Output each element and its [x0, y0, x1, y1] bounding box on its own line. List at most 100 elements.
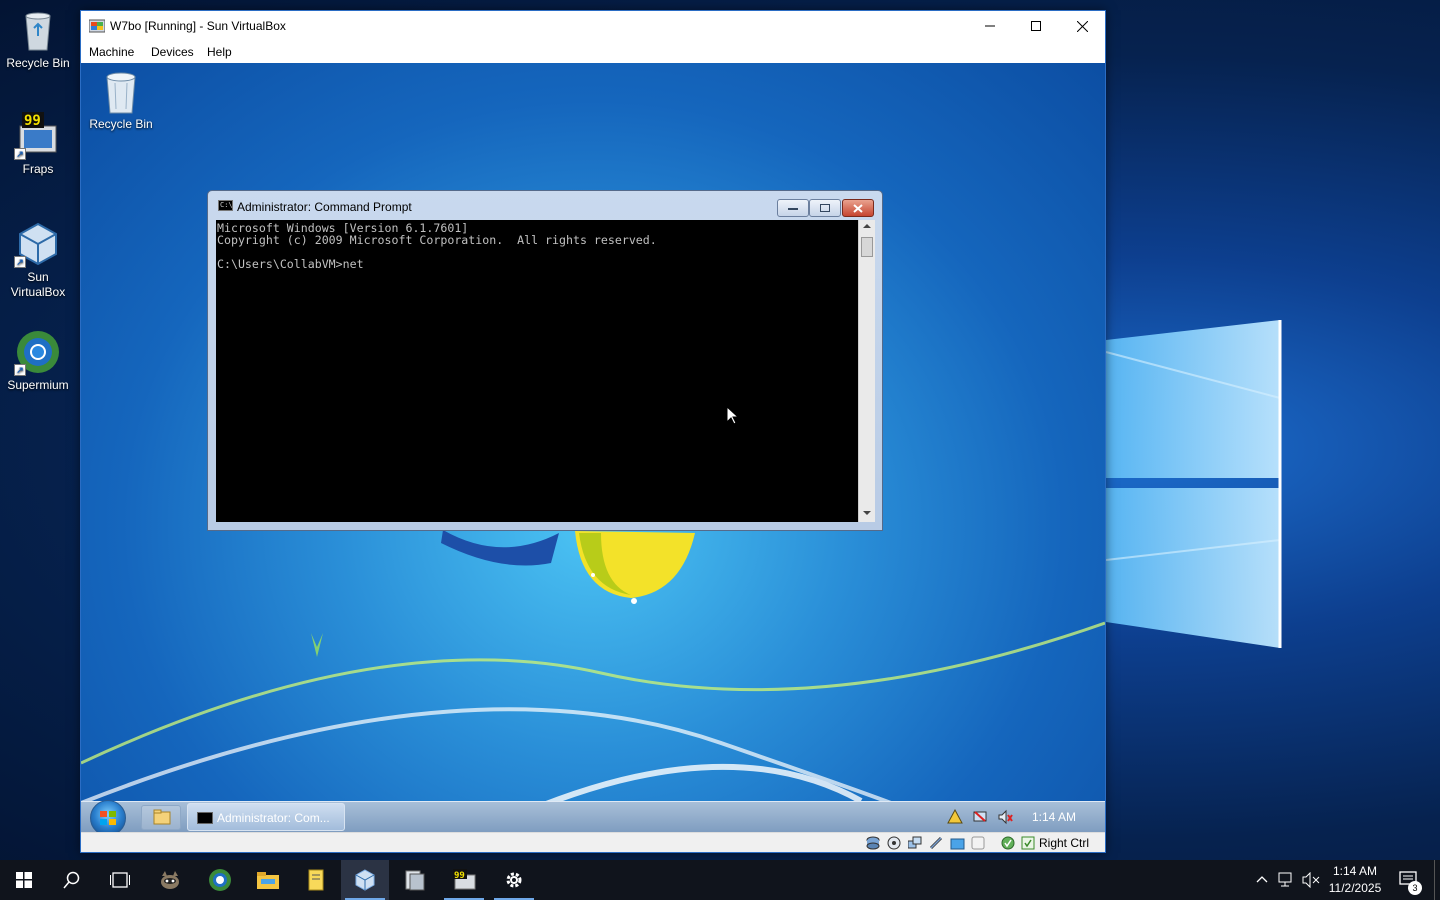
desktop-icon-virtualbox[interactable]: ↗ Sun VirtualBox [2, 220, 74, 300]
console-line: C:\Users\CollabVM>net [217, 257, 364, 271]
task-view-icon [110, 872, 130, 888]
windows-flag-icon [100, 811, 116, 825]
optical-drive-icon[interactable] [887, 836, 902, 850]
minimize-button[interactable] [967, 11, 1013, 41]
minimize-icon [788, 208, 798, 210]
supermium-icon: ↗ [14, 328, 62, 376]
cmd-close-button[interactable] [842, 199, 874, 217]
usb-icon[interactable] [929, 836, 944, 850]
taskbar-app-fraps[interactable]: 99 [440, 860, 488, 900]
shortcut-arrow-icon: ↗ [14, 256, 26, 268]
taskbar-app-virtualbox-vm[interactable] [390, 860, 438, 900]
supermium-icon [209, 869, 231, 891]
maximize-icon [820, 204, 830, 212]
svg-text:99: 99 [24, 113, 41, 129]
display-icon[interactable] [971, 836, 986, 850]
taskbar-app-notes[interactable] [292, 860, 340, 900]
virtualbox-icon [355, 869, 375, 891]
volume-muted-icon[interactable] [997, 809, 1013, 825]
recycle-bin-icon [106, 72, 136, 114]
scroll-thumb[interactable] [861, 237, 873, 257]
host-taskbar: 99 1:14 AM 11/2/2025 3 [0, 860, 1440, 900]
host-key-indicator[interactable]: Right Ctrl [1039, 836, 1089, 850]
show-desktop-button[interactable] [1434, 860, 1440, 900]
cmd-window[interactable]: C:\ Administrator: Command Prompt Micros… [207, 190, 883, 531]
task-label: Administrator: Com... [217, 811, 330, 825]
guest-clock[interactable]: 1:14 AM [1032, 810, 1076, 824]
taskbar-app-settings[interactable] [490, 860, 538, 900]
desktop-icon-supermium[interactable]: ↗ Supermium [2, 328, 74, 393]
cmd-minimize-button[interactable] [777, 199, 809, 217]
desktop-icon-label: Supermium [7, 378, 69, 392]
vbox-menu-bar: Machine Devices Help [81, 41, 1105, 63]
show-hidden-icons-chevron-up-icon[interactable] [1256, 874, 1268, 884]
desktop-icon-recycle-bin[interactable]: Recycle Bin [2, 6, 74, 71]
vbox-title-bar[interactable]: W7bo [Running] - Sun VirtualBox [81, 11, 1105, 41]
virtualization-icon[interactable] [1001, 836, 1016, 850]
scroll-up-arrow-icon[interactable] [863, 224, 871, 228]
close-icon [1076, 20, 1088, 32]
search-button[interactable] [48, 860, 96, 900]
close-button[interactable] [1059, 11, 1105, 41]
mouse-integration-icon[interactable] [1021, 836, 1036, 850]
svg-text:99: 99 [454, 871, 465, 881]
network-icon[interactable] [972, 809, 988, 825]
recycle-bin-icon [14, 6, 62, 54]
raccoon-app-icon [161, 871, 179, 889]
search-icon [63, 871, 80, 889]
task-view-button[interactable] [96, 860, 144, 900]
explorer-taskbar-button[interactable] [141, 805, 181, 830]
guest-icon-recycle-bin[interactable]: Recycle Bin [85, 69, 157, 131]
shortcut-arrow-icon: ↗ [14, 364, 26, 376]
volume-muted-icon[interactable] [1302, 872, 1320, 888]
action-center-icon[interactable] [947, 809, 963, 825]
virtualbox-icon [88, 18, 106, 34]
console-output[interactable]: Microsoft Windows [Version 6.1.7601] Copy… [216, 220, 858, 522]
menu-machine[interactable]: Machine [89, 45, 134, 59]
virtualbox-window[interactable]: W7bo [Running] - Sun VirtualBox Machine … [80, 10, 1106, 853]
windows-logo-icon [16, 872, 32, 888]
taskbar-app-file-explorer[interactable] [244, 860, 292, 900]
menu-help[interactable]: Help [207, 45, 232, 59]
scroll-down-arrow-icon[interactable] [863, 511, 871, 515]
cmd-taskbar-button[interactable]: Administrator: Com... [187, 803, 345, 831]
fraps-icon: 99 ↗ [14, 112, 62, 160]
maximize-icon [1031, 21, 1041, 31]
start-orb-button[interactable] [90, 800, 126, 832]
vm-icon [405, 870, 425, 891]
shortcut-arrow-icon: ↗ [14, 148, 26, 160]
clock-time: 1:14 AM [1332, 864, 1378, 878]
host-clock[interactable]: 1:14 AM 11/2/2025 [1320, 863, 1390, 897]
desktop-icon-label: Recycle Bin [6, 56, 70, 70]
taskbar-app-virtualbox[interactable] [341, 860, 389, 900]
close-icon [853, 203, 863, 213]
cmd-icon: C:\ [218, 200, 233, 211]
cmd-maximize-button[interactable] [809, 199, 841, 217]
virtualbox-icon: ↗ [14, 220, 62, 268]
guest-screen[interactable]: Recycle Bin C:\ Administrator: Command P… [81, 63, 1105, 832]
start-button[interactable] [0, 860, 48, 900]
menu-devices[interactable]: Devices [151, 45, 194, 59]
network-adapter-icon[interactable] [908, 836, 923, 850]
folder-icon [257, 872, 279, 889]
window-title: W7bo [Running] - Sun VirtualBox [110, 19, 286, 33]
vbox-status-bar: Right Ctrl [81, 832, 1105, 852]
desktop-icon-label: Sun VirtualBox [10, 270, 66, 299]
guest-taskbar: Administrator: Com... 1:14 AM [81, 800, 1105, 832]
hard-disk-icon[interactable] [866, 836, 881, 850]
cmd-title: Administrator: Command Prompt [237, 200, 412, 214]
cmd-scrollbar[interactable] [858, 220, 875, 522]
shared-folders-icon[interactable] [950, 836, 965, 850]
gear-icon [506, 872, 522, 888]
clock-date: 11/2/2025 [1328, 881, 1382, 895]
taskbar-app-supermium[interactable] [196, 860, 244, 900]
maximize-button[interactable] [1013, 11, 1059, 41]
desktop-icon-fraps[interactable]: 99 ↗ Fraps [2, 112, 74, 177]
network-icon[interactable] [1278, 872, 1296, 888]
folder-icon [153, 809, 171, 825]
taskbar-app-raccoon[interactable] [146, 860, 194, 900]
fraps-icon: 99 [453, 869, 476, 890]
notification-count-badge: 3 [1408, 881, 1422, 895]
mouse-cursor-icon [727, 407, 739, 425]
console-line: Copyright (c) 2009 Microsoft Corporation… [217, 233, 657, 247]
